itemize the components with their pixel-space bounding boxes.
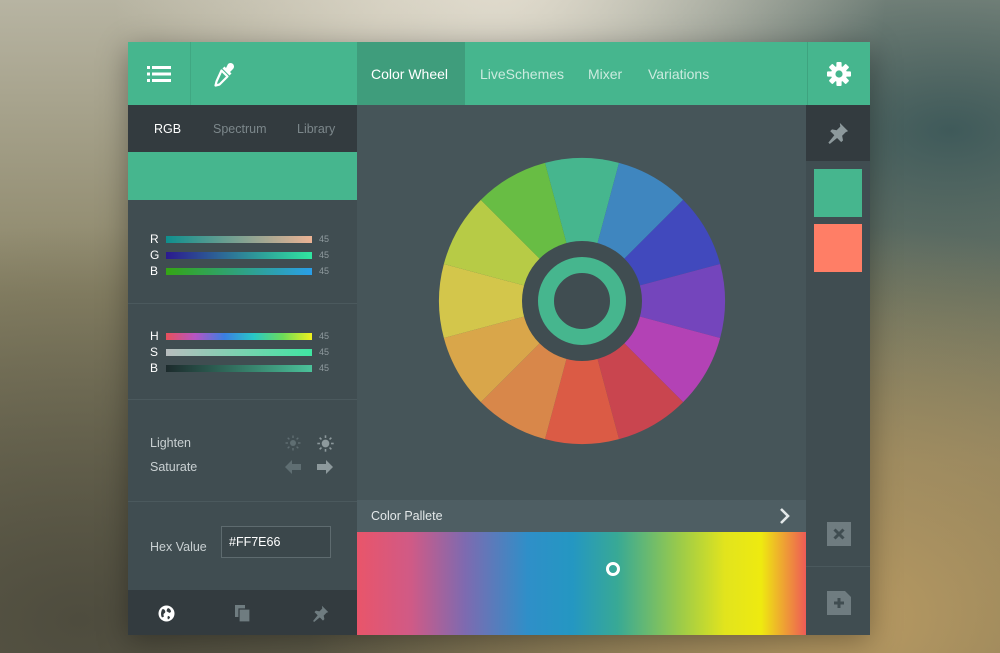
- saved-swatch[interactable]: [814, 224, 862, 272]
- slider-h[interactable]: H 45: [150, 329, 340, 345]
- slider-value: 45: [319, 250, 330, 260]
- subtab-spectrum[interactable]: Spectrum: [213, 105, 267, 152]
- slider-track[interactable]: [166, 349, 312, 356]
- slider-label: B: [150, 361, 159, 375]
- hex-input[interactable]: [221, 526, 331, 558]
- slider-label: B: [150, 264, 159, 278]
- color-wheel[interactable]: [357, 105, 806, 500]
- palette-header: Color Pallete: [357, 500, 806, 532]
- slider-value: 45: [319, 266, 330, 276]
- delete-icon: [827, 522, 851, 546]
- slider-track[interactable]: [166, 236, 312, 243]
- hsb-sliders: H 45 S 45 B 45: [128, 304, 357, 400]
- tab-mixer[interactable]: Mixer: [588, 42, 622, 105]
- adjust-controls: Lighten Saturate: [128, 400, 357, 502]
- hex-label: Hex Value: [150, 540, 207, 554]
- palette-title: Color Pallete: [371, 509, 443, 523]
- saved-swatch[interactable]: [814, 169, 862, 217]
- add-swatch-button[interactable]: [827, 591, 851, 615]
- copy-button[interactable]: [232, 603, 252, 623]
- top-toolbar: Color Wheel LiveSchemes Mixer Variations: [128, 42, 870, 105]
- hex-row: Hex Value: [128, 502, 357, 590]
- slider-label: G: [150, 248, 160, 262]
- slider-track[interactable]: [166, 252, 312, 259]
- slider-r[interactable]: R 45: [150, 232, 340, 248]
- copy-icon: [234, 604, 250, 622]
- slider-value: 45: [319, 234, 330, 244]
- saturate-label: Saturate: [150, 460, 198, 474]
- darken-button[interactable]: [284, 434, 302, 452]
- globe-button[interactable]: [156, 603, 176, 623]
- pin-button[interactable]: [310, 603, 330, 623]
- slider-b2[interactable]: B 45: [150, 361, 340, 377]
- lighten-label: Lighten: [150, 436, 192, 450]
- delete-swatch-button[interactable]: [827, 522, 851, 546]
- slider-value: 45: [319, 347, 330, 357]
- pin-icon: [312, 605, 328, 622]
- slider-track[interactable]: [166, 268, 312, 275]
- tab-color-wheel[interactable]: Color Wheel: [357, 42, 465, 105]
- color-palette-gradient[interactable]: [357, 532, 806, 635]
- wheel-area: [357, 105, 806, 500]
- add-swatch-icon: [827, 591, 851, 615]
- tab-liveschemes[interactable]: LiveSchemes: [480, 42, 564, 105]
- slider-label: S: [150, 345, 159, 359]
- slider-track[interactable]: [166, 333, 312, 340]
- divider: [806, 566, 870, 567]
- globe-icon: [158, 605, 174, 621]
- tab-variations[interactable]: Variations: [648, 42, 709, 105]
- slider-g[interactable]: G 45: [150, 248, 340, 264]
- eyedropper-icon: [214, 62, 235, 87]
- list-icon: [147, 65, 171, 82]
- arrow-right-icon: [317, 460, 333, 474]
- sun-small-icon: [285, 435, 301, 451]
- subtab-library[interactable]: Library: [297, 105, 335, 152]
- slider-track[interactable]: [166, 365, 312, 372]
- eyedropper-button[interactable]: [191, 42, 257, 105]
- arrow-left-icon: [285, 460, 301, 474]
- saturate-button[interactable]: [316, 458, 334, 476]
- slider-b[interactable]: B 45: [150, 264, 340, 280]
- slider-value: 45: [319, 331, 330, 341]
- pin-swatches-button[interactable]: [806, 105, 870, 161]
- slider-value: 45: [319, 363, 330, 373]
- pin-icon: [828, 122, 849, 144]
- subtab-rgb[interactable]: RGB: [154, 105, 181, 152]
- lighten-button[interactable]: [316, 434, 334, 452]
- slider-label: R: [150, 232, 159, 246]
- left-panel: RGB Spectrum Library R 45 G 45 B 45 H 45…: [128, 105, 357, 635]
- palette-expand-button[interactable]: [776, 507, 792, 525]
- slider-label: H: [150, 329, 159, 343]
- menu-button[interactable]: [128, 42, 191, 105]
- palette-knob[interactable]: [605, 562, 620, 576]
- slider-s[interactable]: S 45: [150, 345, 340, 361]
- chevron-right-icon: [780, 508, 790, 524]
- current-color-swatch: [128, 152, 357, 200]
- sun-large-icon: [316, 434, 334, 452]
- mode-tabs: RGB Spectrum Library: [128, 105, 357, 152]
- right-panel: [806, 105, 870, 635]
- settings-button[interactable]: [807, 42, 870, 105]
- desaturate-button[interactable]: [284, 458, 302, 476]
- rgb-sliders: R 45 G 45 B 45: [128, 200, 357, 304]
- left-footer: [128, 590, 357, 635]
- color-picker-app: Color Wheel LiveSchemes Mixer Variations: [128, 42, 870, 635]
- gear-icon: [827, 61, 851, 86]
